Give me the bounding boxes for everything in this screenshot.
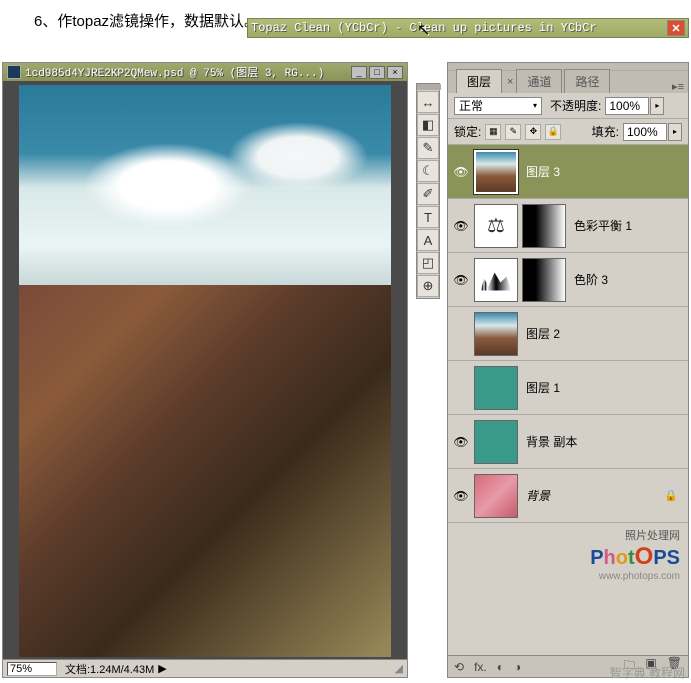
adjustment-thumbnail[interactable] <box>474 204 518 248</box>
nav-tool-icon[interactable]: ◰ <box>417 252 439 274</box>
vertical-tool-strip: ↔ ◧ ✎ ☾ ✐ T A ◰ ⊕ <box>416 83 440 299</box>
close-button[interactable]: × <box>387 66 403 79</box>
image-canyon <box>19 285 391 657</box>
layer-thumbnail[interactable] <box>474 474 518 518</box>
layer-thumbnail[interactable] <box>474 150 518 194</box>
adjustment-layer-icon[interactable]: ◑ <box>514 660 521 674</box>
canvas-area[interactable] <box>3 81 407 659</box>
topaz-close-button[interactable]: ✕ <box>667 20 685 36</box>
photoshop-document-window: 1cd985d4YJRE2KP2QMew.psd @ 75% (图层 3, RG… <box>2 62 408 678</box>
arrange-tool-icon[interactable]: ↔ <box>417 91 439 113</box>
layers-panel: 图层 × 通道 路径 ▸≡ 正常 ▾ 不透明度: 100% ▸ 锁定: ▦ ✎ … <box>447 62 689 678</box>
layer-row[interactable]: 👁 色阶 3 <box>448 253 688 307</box>
document-titlebar[interactable]: 1cd985d4YJRE2KP2QMew.psd @ 75% (图层 3, RG… <box>3 63 407 81</box>
adjustment-thumbnail[interactable] <box>474 258 518 302</box>
lock-pixels-icon[interactable]: ✎ <box>505 124 521 140</box>
layer-name[interactable]: 图层 2 <box>526 325 560 342</box>
minimize-button[interactable]: _ <box>351 66 367 79</box>
panel-tabs: 图层 × 通道 路径 ▸≡ <box>448 71 688 93</box>
fill-stepper[interactable]: ▸ <box>668 123 682 141</box>
layer-name[interactable]: 色彩平衡 1 <box>574 217 632 234</box>
layer-thumbnail[interactable] <box>474 312 518 356</box>
visibility-toggle[interactable]: 👁 <box>452 433 470 451</box>
tab-layers[interactable]: 图层 <box>456 69 502 93</box>
brush-tool-icon[interactable]: ✎ <box>417 137 439 159</box>
info-tool-icon[interactable]: ⊕ <box>417 275 439 297</box>
blend-mode-select[interactable]: 正常 ▾ <box>454 97 542 115</box>
layer-row[interactable]: 👁 背景 🔒 <box>448 469 688 523</box>
tab-close-icon[interactable]: × <box>507 76 513 88</box>
layer-mask-thumbnail[interactable] <box>522 204 566 248</box>
document-statusbar: 75% 文档:1.24M/4.43M ▶ ◢ <box>3 659 407 677</box>
fx-icon[interactable]: fx. <box>474 660 487 674</box>
chevron-down-icon: ▾ <box>533 101 537 110</box>
pen-tool-icon[interactable]: ✐ <box>417 183 439 205</box>
lock-label: 锁定: <box>454 123 481 140</box>
watermark-brand: 照片处理网 PhotOPS www.photops.com <box>448 523 688 586</box>
lock-position-icon[interactable]: ✥ <box>525 124 541 140</box>
layer-name[interactable]: 图层 1 <box>526 379 560 396</box>
maximize-button[interactable]: □ <box>369 66 385 79</box>
layer-thumbnail[interactable] <box>474 366 518 410</box>
fill-label: 填充: <box>592 123 619 140</box>
visibility-toggle[interactable] <box>452 379 470 397</box>
layer-row[interactable]: 图层 1 <box>448 361 688 415</box>
ps-app-icon <box>7 65 21 79</box>
page-watermark: 智字典 教程网 <box>610 664 685 681</box>
statusbar-arrow-icon[interactable]: ▶ <box>158 662 166 675</box>
layer-row[interactable]: 👁 背景 副本 <box>448 415 688 469</box>
visibility-toggle[interactable]: 👁 <box>452 271 470 289</box>
screen-mode-icon[interactable]: ◧ <box>417 114 439 136</box>
layer-name[interactable]: 背景 <box>526 487 550 504</box>
topaz-title: Topaz Clean (YCbCr) - Clean up pictures … <box>251 21 667 35</box>
image-clouds <box>19 115 391 255</box>
fill-input[interactable]: 100% <box>623 123 667 141</box>
brand-url: www.photops.com <box>456 571 680 582</box>
lock-transparency-icon[interactable]: ▦ <box>485 124 501 140</box>
zoom-input[interactable]: 75% <box>7 662 57 676</box>
history-tool-icon[interactable]: ☾ <box>417 160 439 182</box>
visibility-toggle[interactable]: 👁 <box>452 487 470 505</box>
canvas-image[interactable] <box>19 85 391 657</box>
layer-row[interactable]: 图层 2 <box>448 307 688 361</box>
brand-subtitle: 照片处理网 <box>456 527 680 543</box>
blend-mode-value: 正常 <box>459 97 483 114</box>
lock-fill-row: 锁定: ▦ ✎ ✥ 🔒 填充: 100% ▸ <box>448 119 688 145</box>
visibility-toggle[interactable]: 👁 <box>452 217 470 235</box>
lock-all-icon[interactable]: 🔒 <box>545 124 561 140</box>
blend-opacity-row: 正常 ▾ 不透明度: 100% ▸ <box>448 93 688 119</box>
layers-list: 👁 图层 3 👁 色彩平衡 1 👁 色阶 3 图层 2 <box>448 145 688 655</box>
resize-handle-icon[interactable]: ◢ <box>395 662 403 675</box>
opacity-input[interactable]: 100% <box>605 97 649 115</box>
layer-mask-thumbnail[interactable] <box>522 258 566 302</box>
visibility-toggle[interactable] <box>452 325 470 343</box>
tab-paths[interactable]: 路径 <box>564 69 610 93</box>
topaz-dialog-titlebar[interactable]: Topaz Clean (YCbCr) - Clean up pictures … <box>247 18 689 38</box>
type-tool-icon[interactable]: T <box>417 206 439 228</box>
opacity-label: 不透明度: <box>550 97 601 114</box>
layer-name[interactable]: 背景 副本 <box>526 433 577 450</box>
panel-menu-icon[interactable]: ▸≡ <box>672 80 684 93</box>
brand-logo: PhotOPS <box>456 543 680 571</box>
tool-strip-grip[interactable] <box>417 84 441 90</box>
tab-channels[interactable]: 通道 <box>516 69 562 93</box>
document-title: 1cd985d4YJRE2KP2QMew.psd @ 75% (图层 3, RG… <box>25 64 349 80</box>
visibility-toggle[interactable]: 👁 <box>452 163 470 181</box>
lock-icon: 🔒 <box>664 489 678 502</box>
add-mask-icon[interactable]: ◐ <box>497 660 504 674</box>
layer-row[interactable]: 👁 图层 3 <box>448 145 688 199</box>
layer-name[interactable]: 图层 3 <box>526 163 560 180</box>
link-layers-icon[interactable]: ⟲ <box>454 660 464 674</box>
layer-row[interactable]: 👁 色彩平衡 1 <box>448 199 688 253</box>
doc-size-info: 文档:1.24M/4.43M <box>65 661 154 677</box>
layer-thumbnail[interactable] <box>474 420 518 464</box>
character-tool-icon[interactable]: A <box>417 229 439 251</box>
layer-name[interactable]: 色阶 3 <box>574 271 608 288</box>
opacity-stepper[interactable]: ▸ <box>650 97 664 115</box>
